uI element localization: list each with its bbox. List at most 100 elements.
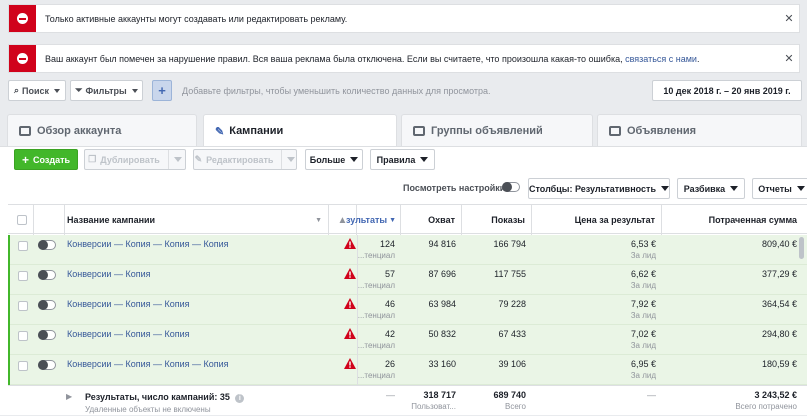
tab-account-overview[interactable]: Обзор аккаунта bbox=[7, 114, 197, 146]
header-checkbox-cell bbox=[8, 205, 34, 235]
select-all-checkbox[interactable] bbox=[17, 215, 27, 225]
impressions-cell: 39 106 bbox=[498, 359, 526, 369]
footer-spent: 3 243,52 € Всего потрачено bbox=[735, 390, 797, 411]
reach-cell: 33 160 bbox=[428, 359, 456, 369]
campaign-toggle[interactable] bbox=[38, 270, 56, 280]
search-icon: ⌕ bbox=[13, 85, 20, 95]
view-settings-label: Посмотреть настройки bbox=[403, 183, 506, 193]
cost-per-result-cell: 6,62 € За лид bbox=[630, 269, 656, 290]
footer-reach: 318 717 Пользоват... bbox=[411, 390, 456, 411]
close-icon[interactable]: ✕ bbox=[779, 52, 799, 65]
pencil-icon: ✎ bbox=[215, 125, 225, 138]
row-checkbox[interactable] bbox=[18, 271, 28, 281]
warning-icon[interactable] bbox=[344, 298, 356, 309]
pencil-icon: ✎ bbox=[194, 154, 203, 164]
add-filter-button[interactable]: + bbox=[152, 80, 172, 101]
footer-results: — bbox=[386, 390, 395, 400]
campaign-toggle[interactable] bbox=[38, 360, 56, 370]
table-row[interactable]: Конверсии — Копия 57 тенциал... 87 696 117 7… bbox=[8, 265, 807, 295]
tab-ads[interactable]: Объявления bbox=[597, 114, 802, 146]
duplicate-icon: ❐ bbox=[88, 154, 97, 164]
header-cost-per-result[interactable]: Цена за результат bbox=[532, 205, 662, 235]
warning-icon[interactable] bbox=[344, 328, 356, 339]
table-row[interactable]: Конверсии — Копия — Копия — Копия 124 тенц… bbox=[8, 235, 807, 265]
header-impressions[interactable]: Показы bbox=[462, 205, 532, 235]
header-toggle-cell bbox=[34, 205, 65, 235]
ads-icon bbox=[609, 125, 621, 136]
campaign-name-link[interactable]: Конверсии — Копия — Копия bbox=[67, 299, 190, 309]
view-settings-toggle[interactable] bbox=[502, 182, 520, 192]
header-spent[interactable]: Потраченная сумма bbox=[662, 205, 807, 235]
row-checkbox[interactable] bbox=[18, 331, 28, 341]
impressions-cell: 67 433 bbox=[498, 329, 526, 339]
campaign-name-link[interactable]: Конверсии — Копия bbox=[67, 269, 151, 279]
table-row[interactable]: Конверсии — Копия — Копия 42 тенциал... 50 … bbox=[8, 325, 807, 355]
alert-stop-icon bbox=[9, 45, 36, 72]
reach-cell: 63 984 bbox=[428, 299, 456, 309]
reports-button[interactable]: Отчеты bbox=[752, 178, 807, 199]
plus-icon: + bbox=[21, 152, 29, 167]
cost-per-result-cell: 7,92 € За лид bbox=[630, 299, 656, 320]
contact-us-link[interactable]: связаться с нами bbox=[625, 54, 697, 64]
breakdown-button[interactable]: Разбивка bbox=[677, 178, 745, 199]
results-cell: 46 тенциал... bbox=[357, 299, 395, 320]
search-button[interactable]: ⌕ Поиск bbox=[8, 80, 66, 101]
selected-rows-indicator bbox=[8, 235, 10, 385]
row-checkbox[interactable] bbox=[18, 301, 28, 311]
warning-icon[interactable] bbox=[344, 358, 356, 369]
expand-icon[interactable]: ▶ bbox=[66, 392, 72, 401]
row-checkbox[interactable] bbox=[18, 241, 28, 251]
filters-button[interactable]: ⏷ Фильтры bbox=[70, 80, 143, 101]
more-button[interactable]: Больше bbox=[305, 149, 363, 170]
spent-cell: 377,29 € bbox=[761, 269, 797, 279]
impressions-cell: 166 794 bbox=[493, 239, 526, 249]
vertical-scrollbar[interactable] bbox=[799, 237, 804, 259]
campaign-name-link[interactable]: Конверсии — Копия — Копия — Копия bbox=[67, 359, 229, 369]
footer-cost-per-result: — bbox=[647, 390, 656, 400]
tab-campaigns[interactable]: ✎ Кампании bbox=[203, 114, 397, 147]
inactive-account-alert: Только активные аккаунты могут создавать… bbox=[8, 4, 800, 33]
header-campaign-name[interactable]: Название кампании ▼ bbox=[65, 205, 329, 235]
campaign-name-link[interactable]: Конверсии — Копия — Копия — Копия bbox=[67, 239, 229, 249]
results-cell: 42 тенциал... bbox=[357, 329, 395, 350]
sort-caret-icon: ▼ bbox=[315, 216, 322, 224]
campaign-toggle[interactable] bbox=[38, 240, 56, 250]
results-cell: 26 тенциал... bbox=[357, 359, 395, 380]
cost-per-result-cell: 6,53 € За лид bbox=[630, 239, 656, 260]
sort-desc-icon: ▼ bbox=[389, 216, 396, 224]
edit-button[interactable]: ✎ Редактировать bbox=[193, 149, 297, 170]
close-icon[interactable]: ✕ bbox=[779, 12, 799, 25]
campaign-toggle[interactable] bbox=[38, 330, 56, 340]
filter-icon: ⏷ bbox=[75, 85, 83, 95]
policy-violation-alert: Ваш аккаунт был помечен за нарушение пра… bbox=[8, 44, 800, 73]
grid-icon bbox=[19, 125, 31, 136]
ad-sets-icon bbox=[413, 125, 425, 136]
impressions-cell: 117 755 bbox=[494, 269, 526, 279]
info-icon[interactable]: i bbox=[235, 394, 245, 403]
warning-icon[interactable] bbox=[344, 268, 356, 279]
table-row[interactable]: Конверсии — Копия — Копия 46 тенциал... 63 … bbox=[8, 295, 807, 325]
rules-button[interactable]: Правила bbox=[370, 149, 435, 170]
tab-ad-sets[interactable]: Группы объявлений bbox=[401, 114, 593, 146]
table-row[interactable]: Конверсии — Копия — Копия — Копия 26 тенци… bbox=[8, 355, 807, 385]
header-reach[interactable]: Охват bbox=[401, 205, 462, 235]
spent-cell: 364,54 € bbox=[761, 299, 797, 309]
columns-button[interactable]: Столбцы: Результативность bbox=[528, 178, 670, 199]
spent-cell: 294,80 € bbox=[761, 329, 797, 339]
campaign-name-link[interactable]: Конверсии — Копия — Копия bbox=[67, 329, 190, 339]
alert-message: Только активные аккаунты могут создавать… bbox=[45, 13, 348, 24]
filter-hint: Добавьте фильтры, чтобы уменьшить количе… bbox=[182, 86, 491, 96]
table-footer: ▶ Результаты, число кампаний: 35 i Удале… bbox=[8, 385, 807, 415]
footer-note: Удаленные объекты не включены bbox=[85, 405, 211, 414]
results-cell: 124 тенциал... bbox=[357, 239, 395, 260]
duplicate-button[interactable]: ❐ Дублировать bbox=[84, 149, 186, 170]
spent-cell: 180,59 € bbox=[761, 359, 797, 369]
results-cell: 57 тенциал... bbox=[357, 269, 395, 290]
campaign-toggle[interactable] bbox=[38, 300, 56, 310]
row-checkbox[interactable] bbox=[18, 361, 28, 371]
date-range-picker[interactable]: 10 дек 2018 г. – 20 янв 2019 г. bbox=[652, 80, 802, 101]
warning-icon[interactable] bbox=[344, 238, 356, 249]
header-results[interactable]: зультаты ▼ bbox=[346, 205, 401, 235]
impressions-cell: 79 228 bbox=[498, 299, 526, 309]
create-button[interactable]: + Создать bbox=[14, 149, 78, 170]
